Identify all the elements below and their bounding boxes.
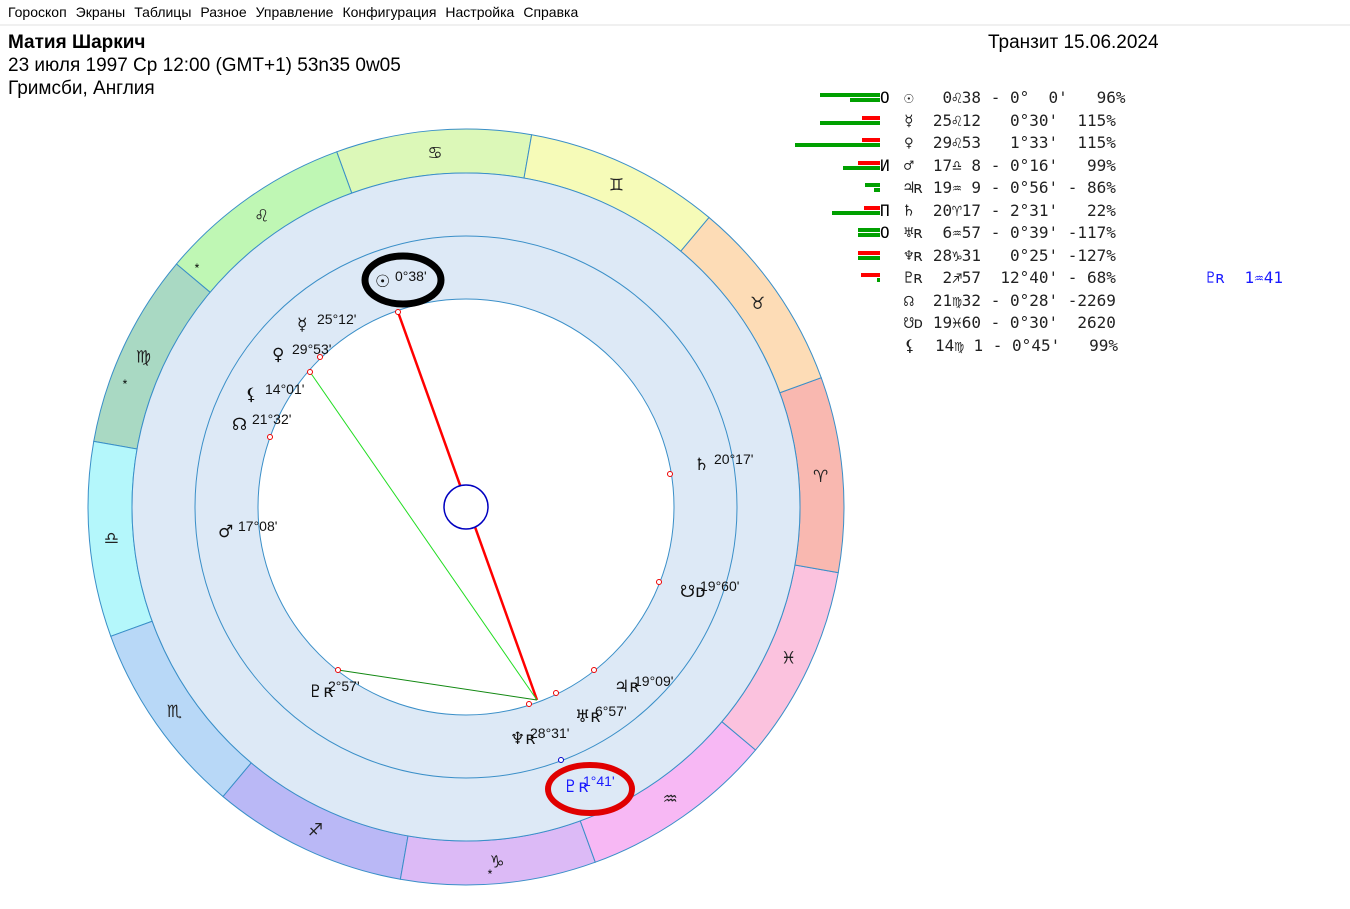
planet-degree-label: 6°57' bbox=[595, 703, 627, 719]
planet-position: ♃ʀ 19♒ 9 - 0°56' - 86% bbox=[904, 178, 1116, 197]
planet-position: ☋ᴅ 19♓60 - 0°30' 2620 bbox=[904, 313, 1116, 332]
star-marker: * bbox=[123, 377, 128, 391]
zodiac-sign-glyph: ♏ bbox=[167, 702, 182, 722]
green-bar bbox=[820, 120, 880, 125]
planet-position: ♅ʀ 6♒57 - 0°39' -117% bbox=[904, 223, 1116, 242]
aspect-symbol: И bbox=[880, 155, 890, 175]
red-bar bbox=[858, 250, 880, 255]
strength-bars bbox=[780, 249, 880, 265]
aspect-symbol: П bbox=[880, 200, 890, 220]
planet-marker bbox=[307, 369, 313, 375]
zodiac-sign-glyph: ♎ bbox=[104, 529, 119, 549]
planet-position: ♂ 17♎ 8 - 0°16' 99% bbox=[904, 155, 1116, 175]
star-marker: * bbox=[195, 261, 200, 275]
strength-bars bbox=[780, 294, 880, 310]
strength-bars bbox=[780, 226, 880, 242]
planet-marker bbox=[553, 690, 559, 696]
planet-position: ♀ 29♌53 1°33' 115% bbox=[904, 133, 1116, 152]
planet-marker bbox=[667, 471, 673, 477]
strength-bars bbox=[780, 136, 880, 152]
planet-glyph: ☿ bbox=[297, 315, 307, 335]
planet-degree-label: 25°12' bbox=[317, 311, 356, 327]
strength-bars bbox=[780, 91, 880, 107]
planet-glyph: ☉ bbox=[375, 272, 390, 292]
green-bar bbox=[858, 255, 880, 260]
green-bar bbox=[843, 165, 880, 170]
red-bar bbox=[864, 205, 880, 210]
zodiac-sign-glyph: ♊ bbox=[609, 175, 624, 195]
green-bar bbox=[858, 233, 880, 237]
planet-position: ♆ʀ 28♑31 0°25' -127% bbox=[904, 245, 1116, 265]
planet-position: ♄ 20♈17 - 2°31' 22% bbox=[904, 200, 1116, 220]
strength-bars bbox=[780, 204, 880, 220]
green-bar bbox=[858, 228, 880, 232]
green-bar bbox=[820, 93, 880, 97]
planet-glyph: ♂ bbox=[218, 522, 233, 542]
zodiac-sign-glyph: ♐ bbox=[308, 821, 323, 841]
strength-bars bbox=[780, 114, 880, 130]
red-bar bbox=[862, 138, 880, 142]
red-bar bbox=[862, 115, 880, 120]
planet-marker bbox=[591, 667, 597, 673]
planet-marker bbox=[395, 309, 401, 315]
planet-marker bbox=[656, 579, 662, 585]
aspect-symbol: O bbox=[880, 223, 890, 242]
planet-degree-label: 20°17' bbox=[714, 451, 753, 467]
green-bar bbox=[865, 183, 880, 187]
aspect-symbol: O bbox=[880, 88, 890, 107]
star-marker: * bbox=[488, 867, 493, 881]
planet-glyph: ☊ bbox=[232, 415, 247, 435]
green-bar bbox=[874, 188, 880, 192]
zodiac-sign-glyph: ♈ bbox=[813, 467, 828, 487]
zodiac-sign-glyph: ♋ bbox=[427, 143, 442, 163]
zodiac-sign-glyph: ♌ bbox=[254, 206, 269, 226]
strength-bars bbox=[780, 339, 880, 355]
strength-bars bbox=[780, 271, 880, 287]
green-bar bbox=[877, 278, 880, 282]
planet-degree-label: 2°57' bbox=[328, 678, 360, 694]
green-bar bbox=[850, 98, 880, 102]
strength-bars bbox=[780, 159, 880, 175]
planet-marker bbox=[526, 701, 532, 707]
planet-glyph: ⚸ bbox=[245, 385, 257, 405]
red-bar bbox=[861, 273, 880, 277]
planet-degree-label: 19°60' bbox=[700, 578, 739, 594]
planet-degree-label: 1°41' bbox=[583, 773, 615, 789]
zodiac-sign-glyph: ♒ bbox=[663, 790, 678, 810]
strength-bars bbox=[780, 181, 880, 197]
planet-marker bbox=[267, 434, 273, 440]
planet-position: ♇ʀ 2♐57 12°40' - 68% bbox=[904, 268, 1116, 287]
red-bar bbox=[858, 160, 880, 165]
transit-marker bbox=[558, 757, 564, 763]
natal-chart-wheel: ♋♌♍♎♏♐♑♒♓♈♉♊☉ 0°38'☿ 25°12'♀ 29°53'⚸ 14°01'☊… bbox=[87, 128, 845, 886]
zodiac-sign-glyph: ♓ bbox=[781, 648, 796, 668]
zodiac-sign-glyph: ♉ bbox=[750, 294, 765, 314]
planet-degree-label: 21°32' bbox=[252, 411, 291, 427]
planet-degree-label: 17°08' bbox=[238, 518, 277, 534]
planet-marker bbox=[335, 667, 341, 673]
zodiac-sign-glyph: ♍ bbox=[136, 348, 151, 368]
strength-bars bbox=[780, 316, 880, 332]
planet-position: ⚸ 14♍ 1 - 0°45' 99% bbox=[904, 335, 1119, 355]
planet-degree-label: 14°01' bbox=[265, 381, 304, 397]
planet-glyph: ♄ bbox=[694, 455, 709, 475]
transit-position: ♇ʀ 1♒41 bbox=[1206, 268, 1284, 287]
planet-degree-label: 19°09' bbox=[634, 673, 673, 689]
planet-position: ☊ 21♍32 - 0°28' -2269 bbox=[904, 290, 1116, 310]
planet-position: ☿ 25♌12 0°30' 115% bbox=[904, 110, 1116, 130]
planet-degree-label: 0°38' bbox=[395, 268, 427, 284]
planet-position: ☉ 0♌38 - 0° 0' 96% bbox=[904, 88, 1126, 107]
planet-glyph: ♀ bbox=[272, 345, 284, 365]
center-circle bbox=[443, 484, 489, 530]
green-bar bbox=[795, 143, 880, 147]
planet-degree-label: 29°53' bbox=[292, 341, 331, 357]
planet-degree-label: 28°31' bbox=[530, 725, 569, 741]
green-bar bbox=[832, 210, 880, 215]
